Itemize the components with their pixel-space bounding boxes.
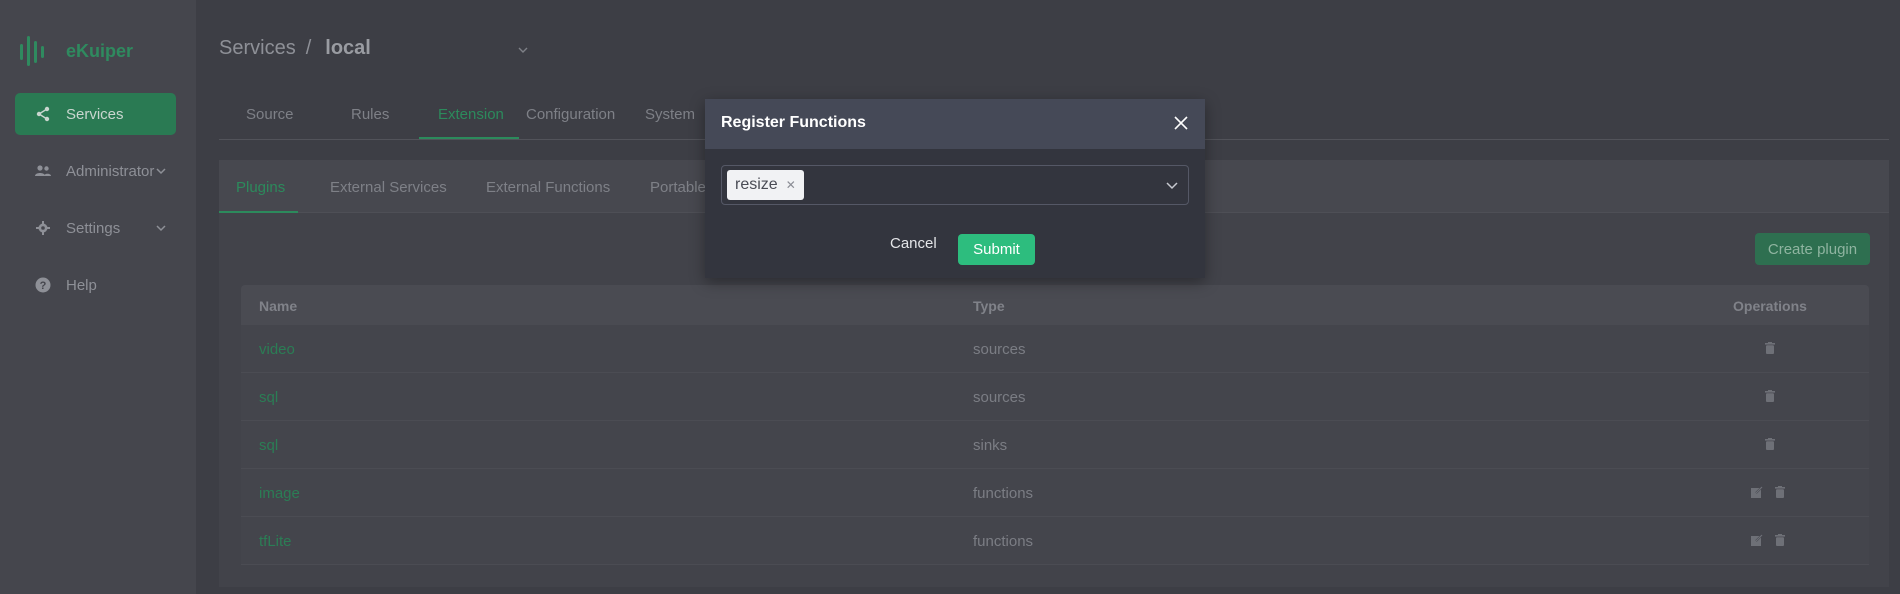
register-functions-dialog: Register Functions resize ✕ Cancel Submi… [705, 99, 1205, 278]
delete-icon[interactable] [1765, 341, 1775, 358]
column-header-type: Type [973, 298, 1005, 314]
cancel-button[interactable]: Cancel [890, 235, 937, 252]
tab-configuration[interactable]: Configuration [526, 106, 615, 123]
delete-icon[interactable] [1765, 389, 1775, 406]
chevron-down-icon[interactable] [1166, 178, 1178, 196]
table-header: Name Type Operations [241, 285, 1869, 325]
sidebar-item-settings[interactable]: Settings [15, 207, 176, 249]
plugin-name-link[interactable]: tfLite [259, 533, 292, 550]
plugins-table: Name Type Operations video sources sql s… [241, 285, 1869, 565]
plugin-type: sinks [973, 437, 1008, 454]
chevron-down-icon [156, 220, 166, 237]
breadcrumb-root[interactable]: Services [219, 37, 296, 60]
table-row: video sources [241, 325, 1869, 373]
chevron-down-icon [156, 163, 166, 180]
tab-source[interactable]: Source [246, 106, 294, 123]
table-row: tfLite functions [241, 517, 1869, 565]
plugin-name-link[interactable]: image [259, 485, 300, 502]
app-name: eKuiper [66, 40, 134, 61]
plugin-type: sources [973, 341, 1026, 358]
close-icon[interactable] [1173, 115, 1189, 131]
subtab-portable[interactable]: Portable [650, 179, 706, 196]
logo: eKuiper [20, 36, 133, 66]
sidebar: eKuiper Services Administrator Settings [0, 0, 196, 594]
table-row: sql sources [241, 373, 1869, 421]
breadcrumb: Services / local [219, 37, 371, 60]
tab-rules[interactable]: Rules [351, 106, 389, 123]
functions-select[interactable]: resize ✕ [721, 165, 1189, 205]
subtab-external-functions[interactable]: External Functions [486, 179, 610, 196]
plugin-type: sources [973, 389, 1026, 406]
users-icon [35, 163, 51, 179]
table-row: sql sinks [241, 421, 1869, 469]
create-plugin-button[interactable]: Create plugin [1755, 233, 1870, 265]
dialog-header: Register Functions [705, 99, 1205, 149]
breadcrumb-current: local [325, 37, 371, 59]
column-header-name: Name [259, 298, 298, 314]
submit-button[interactable]: Submit [958, 234, 1035, 265]
table-row: image functions [241, 469, 1869, 517]
sidebar-item-label: Help [66, 276, 97, 294]
sidebar-item-services[interactable]: Services [15, 93, 176, 135]
plugin-name-link[interactable]: sql [259, 437, 278, 454]
svg-text:?: ? [40, 280, 47, 292]
subtab-plugins[interactable]: Plugins [236, 179, 285, 196]
active-tab-indicator [419, 137, 519, 139]
subtab-external-services[interactable]: External Services [330, 179, 447, 196]
plugin-name-link[interactable]: sql [259, 389, 278, 406]
plugin-type: functions [973, 485, 1034, 502]
sidebar-item-label: Services [66, 105, 124, 123]
active-subtab-indicator [219, 211, 298, 213]
edit-icon[interactable] [1751, 533, 1763, 550]
selected-tag: resize ✕ [727, 170, 804, 200]
share-icon [35, 106, 51, 122]
delete-icon[interactable] [1775, 485, 1785, 502]
sidebar-item-help[interactable]: ? Help [15, 264, 176, 306]
sidebar-item-administrator[interactable]: Administrator [15, 150, 176, 192]
edit-icon[interactable] [1751, 485, 1763, 502]
tag-remove-icon[interactable]: ✕ [786, 178, 796, 192]
gear-icon [35, 220, 51, 236]
ekuiper-logo-icon [20, 36, 46, 66]
delete-icon[interactable] [1765, 437, 1775, 454]
tag-label: resize [735, 176, 778, 193]
help-icon: ? [35, 277, 51, 293]
plugin-type: functions [973, 533, 1034, 550]
service-dropdown-chevron-icon[interactable] [518, 42, 528, 60]
dialog-title: Register Functions [721, 114, 866, 131]
sidebar-item-label: Settings [66, 219, 121, 237]
tab-system[interactable]: System [645, 106, 695, 123]
plugin-name-link[interactable]: video [259, 341, 295, 358]
app-root: eKuiper Services Administrator Settings [0, 0, 1900, 594]
breadcrumb-separator: / [305, 37, 312, 59]
sidebar-item-label: Administrator [66, 162, 155, 180]
delete-icon[interactable] [1775, 533, 1785, 550]
tab-extension[interactable]: Extension [438, 106, 504, 123]
column-header-operations: Operations [1733, 298, 1807, 314]
